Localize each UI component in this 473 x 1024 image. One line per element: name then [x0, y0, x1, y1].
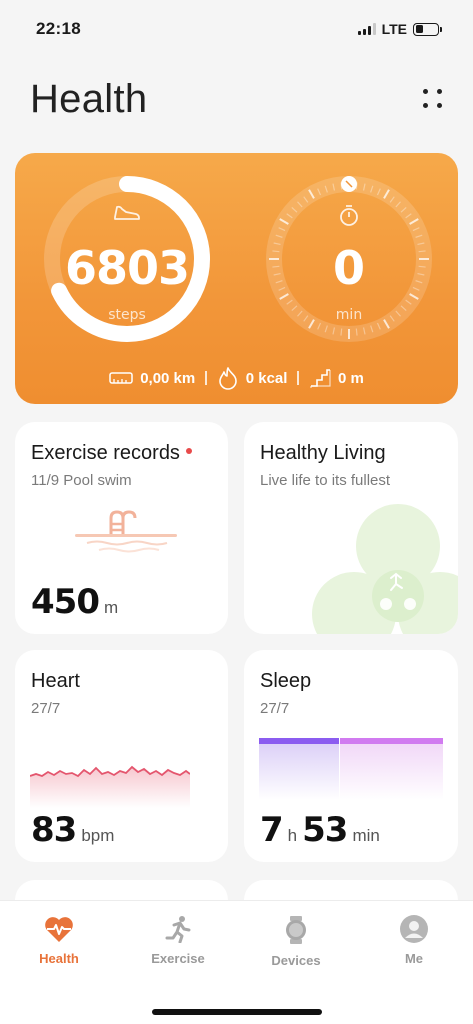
exercise-records-subtitle: 11/9 Pool swim [31, 472, 132, 489]
floors-stat: 0 m [309, 368, 364, 388]
heart-rate-value: 83 [31, 810, 77, 850]
steps-value: 6803 [64, 241, 190, 295]
tab-health-label: Health [39, 951, 79, 966]
tab-exercise[interactable]: Exercise [133, 915, 223, 975]
shoe-icon [114, 205, 140, 220]
tab-health[interactable]: Health [14, 915, 104, 975]
distance-value: 0,00 km [140, 369, 196, 387]
calories-value: 0 kcal [245, 369, 288, 387]
flame-icon [218, 367, 237, 390]
ruler-icon [109, 372, 133, 384]
healthy-living-title: Healthy Living [260, 442, 386, 464]
tab-devices-label: Devices [271, 953, 321, 968]
floors-value: 0 m [337, 369, 364, 387]
divider [205, 371, 207, 385]
steps-ring[interactable]: 6803 steps [37, 169, 217, 349]
home-indicator[interactable] [152, 1009, 322, 1015]
battery-icon [413, 22, 442, 36]
status-bar: 22:18 LTE [0, 0, 473, 58]
minutes-value: 0 [332, 241, 365, 295]
exercise-distance: 450 m [31, 582, 118, 622]
exercise-records-title: Exercise records [31, 442, 192, 465]
exercise-records-label: Exercise records [31, 442, 180, 464]
tab-exercise-label: Exercise [151, 951, 205, 966]
sleep-title: Sleep [260, 670, 312, 692]
sleep-minutes: 53 [302, 810, 348, 850]
heart-rate-card[interactable]: Heart 27/7 83 bpm [15, 650, 228, 862]
steps-unit: steps [108, 307, 146, 323]
heart-rate-unit: bpm [81, 826, 115, 845]
sleep-date: 27/7 [260, 700, 290, 717]
page-title: Health [30, 76, 148, 121]
tab-me-label: Me [404, 951, 424, 966]
exercise-distance-value: 450 [31, 582, 100, 622]
tab-devices[interactable]: Devices [251, 915, 341, 975]
healthy-living-card[interactable]: Healthy Living Live life to its fullest [244, 422, 458, 634]
status-time: 22:18 [36, 19, 81, 38]
heart-rate-sparkline [30, 765, 190, 808]
stairs-icon [310, 369, 331, 388]
clover-icon [312, 504, 458, 634]
tab-me[interactable]: Me [369, 915, 459, 975]
exercise-distance-unit: m [103, 598, 119, 617]
sleep-card[interactable]: Sleep 27/7 7 h 53 min [244, 650, 458, 862]
stopwatch-icon [340, 205, 358, 226]
heart-pulse-icon [45, 917, 73, 942]
exercise-records-card[interactable]: Exercise records 11/9 Pool swim 450 m [15, 422, 228, 634]
tab-bar: Health Exercise Devices Me [0, 900, 473, 1024]
more-options-button[interactable] [421, 87, 445, 111]
network-label: LTE [381, 21, 407, 37]
running-icon [165, 916, 191, 943]
signal-icon [357, 23, 376, 35]
watch-icon [286, 916, 306, 944]
sleep-chart [259, 738, 443, 800]
healthy-living-subtitle: Live life to its fullest [260, 472, 391, 489]
divider [297, 371, 299, 385]
sleep-duration: 7 h 53 min [260, 810, 380, 850]
status-indicators: LTE [357, 21, 442, 37]
exercise-minutes-ring[interactable]: 0 min [259, 169, 439, 349]
pool-ladder-icon [75, 510, 177, 553]
header: Health [30, 74, 445, 124]
sleep-hours: 7 [260, 810, 284, 850]
heart-date: 27/7 [31, 700, 61, 717]
activity-card[interactable]: 6803 steps 0 min 0,00 km 0 kcal 0 m [15, 153, 458, 404]
distance-stat: 0,00 km [109, 370, 195, 387]
calories-stat: 0 kcal [217, 366, 288, 390]
avatar-icon [400, 915, 428, 943]
sleep-hours-unit: h [287, 826, 298, 845]
heart-title: Heart [31, 670, 80, 692]
notification-dot [185, 447, 192, 454]
heart-rate: 83 bpm [31, 810, 114, 850]
minutes-unit: min [335, 307, 363, 323]
activity-stats: 0,00 km 0 kcal 0 m [15, 365, 458, 391]
sleep-minutes-unit: min [352, 826, 380, 845]
